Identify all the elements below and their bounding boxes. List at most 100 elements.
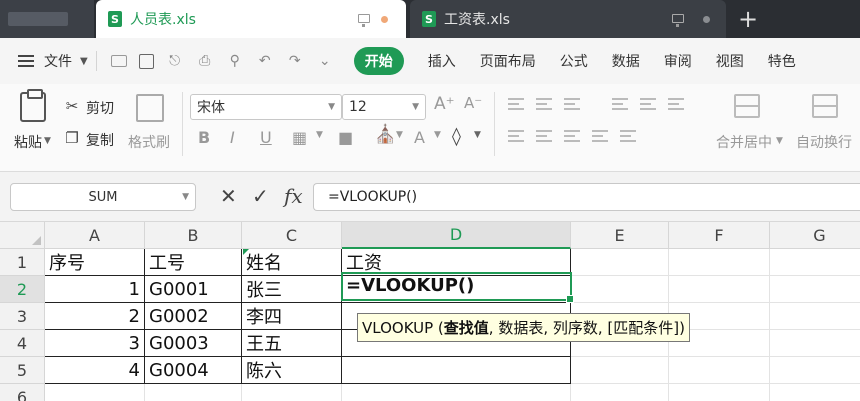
menu-data[interactable]: 数据 [612, 51, 640, 71]
fill-color-icon[interactable]: ■ [338, 128, 353, 147]
row-header-5[interactable]: 5 [0, 357, 45, 384]
monitor-icon[interactable] [358, 14, 370, 27]
cut-button[interactable]: 剪切 [86, 98, 114, 118]
italic-icon[interactable]: I [230, 128, 235, 147]
cell-d5[interactable] [342, 357, 571, 384]
format-painter-icon[interactable] [136, 94, 164, 122]
cell-b5[interactable]: G0004 [145, 357, 242, 384]
align-bottom-icon[interactable] [564, 98, 580, 110]
paste-button[interactable]: 粘贴 [14, 132, 42, 152]
row-header-2[interactable]: 2 [0, 276, 45, 303]
tab-salary[interactable]: S 工资表.xls [410, 0, 726, 38]
blurred-tab[interactable] [0, 0, 94, 38]
cell-g2[interactable] [770, 276, 860, 303]
chevron-down-icon[interactable]: ▼ [316, 130, 323, 140]
font-color-icon[interactable]: A [414, 128, 425, 147]
cell-g5[interactable] [770, 357, 860, 384]
border-icon[interactable]: ▦ [292, 128, 307, 147]
increase-font-icon[interactable]: A⁺ [434, 94, 455, 114]
tooltip-rest[interactable]: , 数据表, 列序数, [匹配条件]) [489, 317, 685, 338]
column-header-b[interactable]: B [145, 222, 242, 249]
hamburger-icon[interactable] [18, 55, 34, 67]
cell-g3[interactable] [770, 303, 860, 330]
cell-e5[interactable] [571, 357, 669, 384]
row-header-3[interactable]: 3 [0, 303, 45, 330]
tooltip-current-arg[interactable]: 查找值 [444, 317, 489, 338]
cell-b6[interactable] [145, 384, 242, 401]
cancel-icon[interactable]: ✕ [220, 184, 237, 208]
align-middle-icon[interactable] [536, 98, 552, 110]
redo-icon[interactable]: ↷ [286, 52, 304, 70]
select-all-corner[interactable] [0, 222, 45, 249]
text-direction-icon[interactable] [668, 98, 684, 110]
align-top-icon[interactable] [508, 98, 524, 110]
insert-function-button[interactable]: fx [284, 184, 303, 208]
chevron-down-icon[interactable]: ▼ [80, 56, 88, 67]
bold-icon[interactable]: B [198, 128, 210, 147]
cell-d6[interactable] [342, 384, 571, 401]
scissors-icon[interactable]: ✂ [64, 97, 80, 115]
wrap-text-button[interactable]: 自动换行 [796, 132, 852, 152]
merge-center-button[interactable]: 合并居中 [716, 132, 772, 152]
column-header-c[interactable]: C [242, 222, 342, 249]
wrap-text-icon[interactable] [812, 94, 838, 118]
cell-f1[interactable] [669, 249, 770, 276]
eraser-icon[interactable]: ◊ [452, 126, 461, 147]
cell-f2[interactable] [669, 276, 770, 303]
cell-c6[interactable] [242, 384, 342, 401]
menu-formula[interactable]: 公式 [560, 51, 588, 71]
distributed-icon[interactable] [620, 130, 636, 142]
chevron-down-icon[interactable]: ▼ [776, 136, 783, 146]
cell-a6[interactable] [45, 384, 145, 401]
cell-b1[interactable]: 工号 [145, 249, 242, 276]
chevron-down-icon[interactable]: ▼ [396, 130, 403, 140]
save-icon[interactable] [138, 53, 154, 69]
customize-chevron-icon[interactable]: ⌄ [316, 52, 334, 70]
name-box[interactable]: SUM ▼ [10, 183, 196, 211]
chevron-down-icon[interactable]: ▼ [474, 130, 481, 140]
underline-icon[interactable]: U [260, 128, 272, 147]
cell-c4[interactable]: 王五 [242, 330, 342, 357]
column-header-f[interactable]: F [669, 222, 770, 249]
indent-icon[interactable] [612, 98, 628, 110]
print-preview-icon[interactable]: ⚲ [226, 52, 244, 70]
column-header-a[interactable]: A [45, 222, 145, 249]
cell-a2[interactable]: 1 [45, 276, 145, 303]
column-header-g[interactable]: G [770, 222, 860, 249]
copy-button[interactable]: 复制 [86, 130, 114, 150]
copy-icon[interactable]: ❐ [64, 129, 80, 147]
cell-g4[interactable] [770, 330, 860, 357]
chevron-down-icon[interactable]: ▼ [44, 136, 51, 146]
cell-c5[interactable]: 陈六 [242, 357, 342, 384]
column-header-e[interactable]: E [571, 222, 669, 249]
cell-b2[interactable]: G0001 [145, 276, 242, 303]
row-header-6[interactable]: 6 [0, 384, 45, 401]
menu-special[interactable]: 特色 [768, 51, 796, 71]
cell-a1[interactable]: 序号 [45, 249, 145, 276]
menu-review[interactable]: 审阅 [664, 51, 692, 71]
chevron-down-icon[interactable]: ▼ [434, 130, 441, 140]
cell-g1[interactable] [770, 249, 860, 276]
cell-b4[interactable]: G0003 [145, 330, 242, 357]
undo-icon[interactable]: ↶ [256, 52, 274, 70]
unsaved-dot-icon[interactable] [381, 16, 388, 23]
cell-a4[interactable]: 3 [45, 330, 145, 357]
menu-start[interactable]: 开始 [353, 47, 404, 75]
cell-f6[interactable] [669, 384, 770, 401]
outdent-icon[interactable] [640, 98, 656, 110]
close-dot-icon[interactable] [703, 16, 710, 23]
align-center-icon[interactable] [536, 130, 552, 142]
print-icon[interactable]: ⎙ [196, 52, 214, 70]
format-painter-button[interactable]: 格式刷 [128, 132, 170, 152]
paste-icon[interactable] [20, 89, 46, 122]
paint-bucket-icon[interactable]: ⛪ [374, 124, 396, 145]
confirm-check-icon[interactable]: ✓ [252, 184, 269, 208]
justify-icon[interactable] [592, 130, 608, 142]
menu-insert[interactable]: 插入 [428, 51, 456, 71]
cell-a3[interactable]: 2 [45, 303, 145, 330]
menu-view[interactable]: 视图 [716, 51, 744, 71]
file-menu[interactable]: 文件 [44, 51, 72, 71]
cell-c1[interactable]: 姓名 [242, 249, 342, 276]
formula-input[interactable]: =VLOOKUP() [313, 183, 860, 211]
cell-c3[interactable]: 李四 [242, 303, 342, 330]
